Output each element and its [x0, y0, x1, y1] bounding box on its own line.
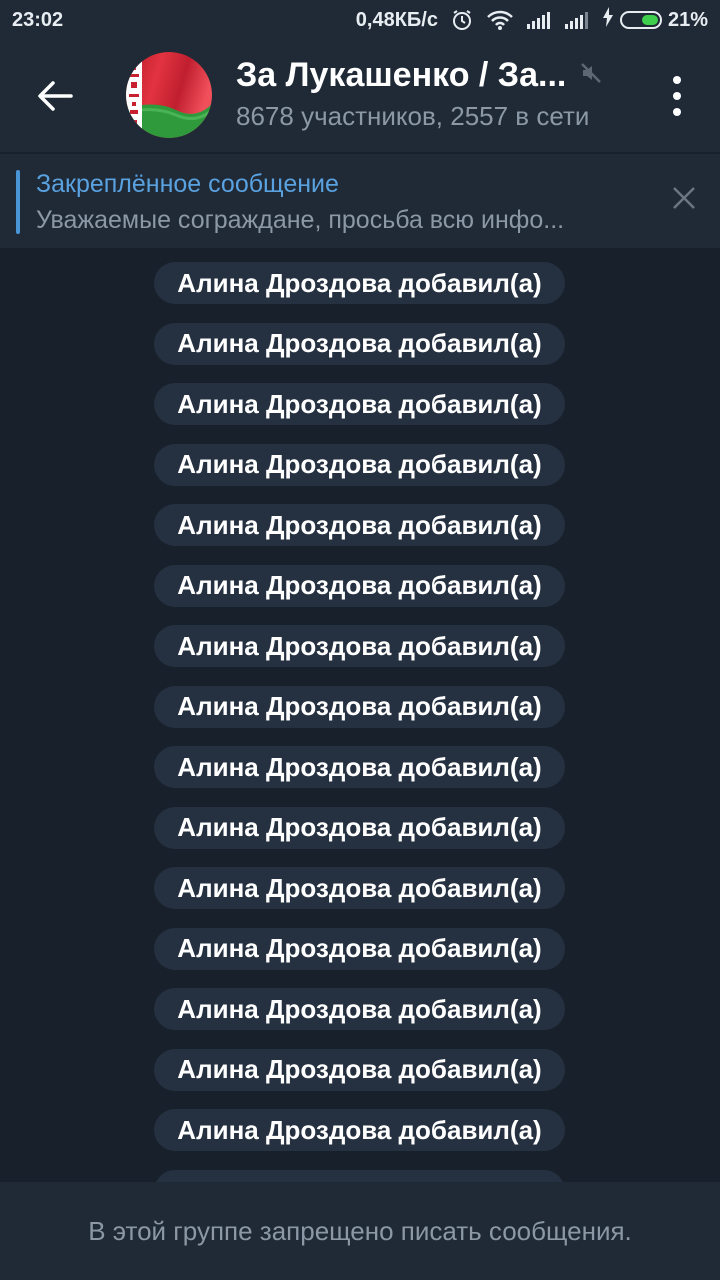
- signal-icon: [564, 10, 590, 30]
- status-bar: 23:02 0,48КБ/с 21%: [0, 0, 720, 40]
- service-message: Алина Дроздова добавил(а): [154, 806, 565, 849]
- charging-icon: [602, 7, 614, 33]
- service-message: Алина Дроздова добавил(а): [154, 504, 565, 546]
- service-message: Алина Дроздова добавил(а): [154, 927, 565, 970]
- service-message: Алина Дроздова добавил(а): [154, 564, 565, 607]
- service-message-partial: [154, 1169, 565, 1182]
- muted-icon: [580, 62, 602, 89]
- service-message: Алина Дроздова добавил(а): [154, 867, 565, 909]
- network-speed: 0,48КБ/с: [355, 8, 438, 31]
- input-disabled-bar: В этой группе запрещено писать сообщения…: [0, 1182, 720, 1280]
- alarm-icon: [450, 8, 474, 32]
- write-restricted-notice: В этой группе запрещено писать сообщения…: [88, 1215, 632, 1246]
- service-message: Алина Дроздова добавил(а): [154, 625, 565, 667]
- signal-icon: [526, 10, 552, 30]
- more-vertical-icon: [673, 76, 681, 84]
- pinned-message[interactable]: Закреплённое сообщение Уважаемые согражд…: [0, 152, 720, 248]
- status-icons: 0,48КБ/с 21%: [356, 7, 708, 33]
- battery-percent: 21%: [667, 8, 708, 31]
- chat-title: За Лукашенко / За...: [236, 56, 567, 94]
- pinned-text: Уважаемые сограждане, просьба всю инфо..…: [36, 206, 565, 234]
- pinned-close-button[interactable]: [668, 182, 700, 214]
- status-time: 23:02: [12, 8, 64, 31]
- close-icon: [673, 187, 695, 209]
- battery-level: [641, 15, 658, 25]
- arrow-left-icon: [38, 81, 73, 111]
- service-message: Алина Дроздова добавил(а): [154, 988, 565, 1030]
- message-list[interactable]: Алина Дроздова добавил(а) Алина Дроздова …: [0, 248, 720, 1182]
- service-message: Алина Дроздова добавил(а): [154, 685, 565, 728]
- battery-indicator: 21%: [602, 7, 708, 33]
- avatar[interactable]: [126, 52, 212, 138]
- chat-header: За Лукашенко / За... 8678 участников, 25…: [0, 40, 720, 152]
- back-button[interactable]: [26, 70, 84, 122]
- service-message: Алина Дроздова добавил(а): [154, 1109, 565, 1151]
- battery-icon: [619, 11, 662, 29]
- wifi-icon: [486, 9, 514, 31]
- pinned-title: Закреплённое сообщение: [36, 170, 339, 198]
- service-message: Алина Дроздова добавил(а): [154, 262, 565, 304]
- more-menu-button[interactable]: [662, 76, 692, 116]
- service-message: Алина Дроздова добавил(а): [154, 746, 565, 788]
- chat-subtitle: 8678 участников, 2557 в сети: [236, 101, 590, 131]
- pinned-indicator: [16, 170, 20, 234]
- service-message: Алина Дроздова добавил(а): [154, 1048, 565, 1091]
- service-message: Алина Дроздова добавил(а): [154, 383, 565, 425]
- service-message: Алина Дроздова добавил(а): [154, 322, 565, 365]
- chat-title-area[interactable]: За Лукашенко / За... 8678 участников, 25…: [236, 56, 636, 132]
- service-message: Алина Дроздова добавил(а): [154, 443, 565, 486]
